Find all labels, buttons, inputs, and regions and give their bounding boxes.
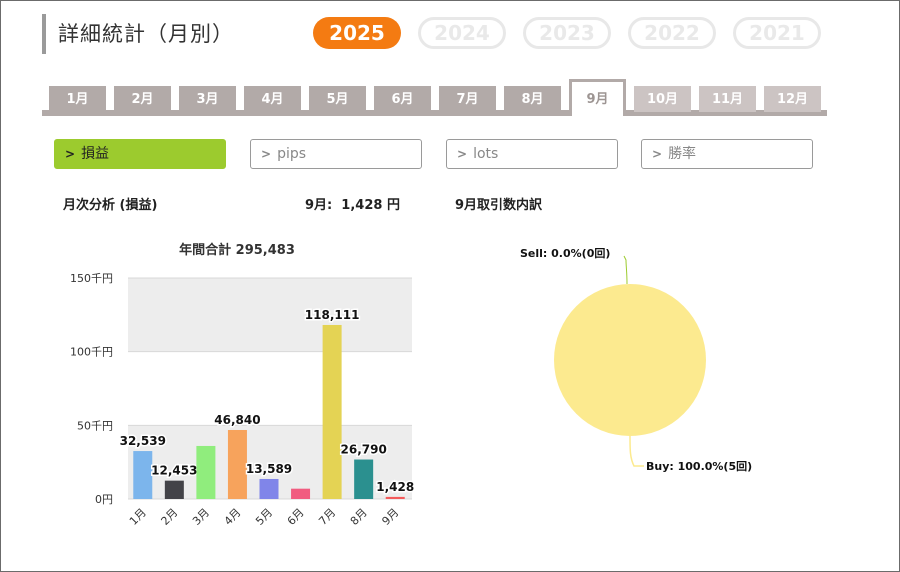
- metric-button-label: 勝率: [668, 146, 697, 162]
- year-tab-2022[interactable]: 2022: [628, 17, 716, 49]
- month-tab-6[interactable]: 6月: [374, 86, 431, 112]
- trade-breakdown-title: 9月取引数内訳: [455, 198, 543, 213]
- bar-data-label: 32,539: [120, 434, 166, 448]
- pie-slice-buy: [554, 284, 706, 436]
- month-tab-5[interactable]: 5月: [309, 86, 366, 112]
- chevron-right-icon: >: [261, 147, 272, 161]
- metric-button-lots[interactable]: > lots: [446, 139, 618, 169]
- bar-5月: [259, 478, 279, 499]
- metric-button-win-rate[interactable]: > 勝率: [641, 139, 813, 169]
- x-tick-label: 5月: [253, 506, 275, 528]
- bar-1月: [133, 451, 153, 499]
- y-tick-label: 100千円: [70, 346, 113, 359]
- month-tab-3[interactable]: 3月: [179, 86, 236, 112]
- page-title-block: 詳細統計（月別）: [42, 14, 234, 54]
- metric-button-pips[interactable]: > pips: [250, 139, 422, 169]
- chevron-right-icon: >: [652, 147, 663, 161]
- buy-connector: [629, 435, 644, 467]
- year-tab-2024[interactable]: 2024: [418, 17, 506, 49]
- month-tab-2[interactable]: 2月: [114, 86, 171, 112]
- pie-label-sell: Sell: 0.0%(0回): [520, 246, 610, 260]
- bar-6月: [291, 488, 311, 499]
- bar-8月: [354, 459, 374, 499]
- month-tab-1[interactable]: 1月: [49, 86, 106, 112]
- month-tab-10[interactable]: 10月: [634, 86, 691, 112]
- month-tab-12[interactable]: 12月: [764, 86, 821, 112]
- monthly-analysis-title: 月次分析 (損益): [63, 198, 158, 213]
- bar-data-label: 1,428: [376, 480, 414, 494]
- x-tick-label: 6月: [285, 506, 307, 528]
- year-tab-2025[interactable]: 2025: [313, 17, 401, 49]
- bar-4月: [227, 429, 247, 499]
- x-tick-label: 2月: [159, 506, 181, 528]
- month-tab-9[interactable]: 9月: [569, 79, 626, 116]
- bar-3月: [196, 445, 216, 499]
- year-tab-2021[interactable]: 2021: [733, 17, 821, 49]
- metric-button-label: pips: [277, 146, 307, 162]
- x-tick-label: 4月: [222, 506, 244, 528]
- page-title: 詳細統計（月別）: [58, 22, 234, 46]
- current-month-value: 9月: 1,428 円: [305, 198, 400, 213]
- pie-label-buy: Buy: 100.0%(5回): [646, 459, 752, 473]
- bar-data-label: 46,840: [214, 413, 260, 427]
- x-tick-label: 3月: [190, 506, 212, 528]
- chart-title: 年間合計 295,483: [179, 242, 295, 258]
- y-tick-label: 50千円: [77, 419, 113, 432]
- x-tick-label: 8月: [348, 506, 370, 528]
- x-tick-label: 1月: [127, 506, 149, 528]
- bar-data-label: 12,453: [151, 464, 197, 478]
- metric-button-label: 損益: [81, 146, 110, 162]
- bar-2月: [164, 480, 184, 499]
- monthly-profit-chart: 年間合計 295,483 0円 50千円 100千円 150千円 32,539 1月 12,4…: [70, 242, 416, 528]
- x-tick-label: 7月: [316, 506, 338, 528]
- bar-data-label: 26,790: [341, 443, 387, 457]
- chevron-right-icon: >: [457, 147, 468, 161]
- bar-7月: [322, 324, 342, 499]
- bar-9月: [385, 496, 405, 499]
- y-tick-label: 0円: [95, 493, 113, 506]
- month-tab-7[interactable]: 7月: [439, 86, 496, 112]
- bar-data-label: 118,111: [305, 308, 360, 322]
- month-tab-4[interactable]: 4月: [244, 86, 301, 112]
- sell-connector: [623, 255, 628, 285]
- month-tab-8[interactable]: 8月: [504, 86, 561, 112]
- bar-data-label: 13,589: [246, 462, 292, 476]
- month-tab-11[interactable]: 11月: [699, 86, 756, 112]
- plot-band: [128, 278, 412, 352]
- metric-button-profit[interactable]: > 損益: [54, 139, 226, 169]
- x-tick-label: 9月: [379, 506, 401, 528]
- metric-button-label: lots: [473, 146, 499, 162]
- chevron-right-icon: >: [65, 147, 76, 161]
- y-tick-label: 150千円: [70, 272, 113, 285]
- trade-breakdown-pie-chart: Sell: 0.0%(0回) Buy: 100.0%(5回): [520, 246, 752, 473]
- year-tab-2023[interactable]: 2023: [523, 17, 611, 49]
